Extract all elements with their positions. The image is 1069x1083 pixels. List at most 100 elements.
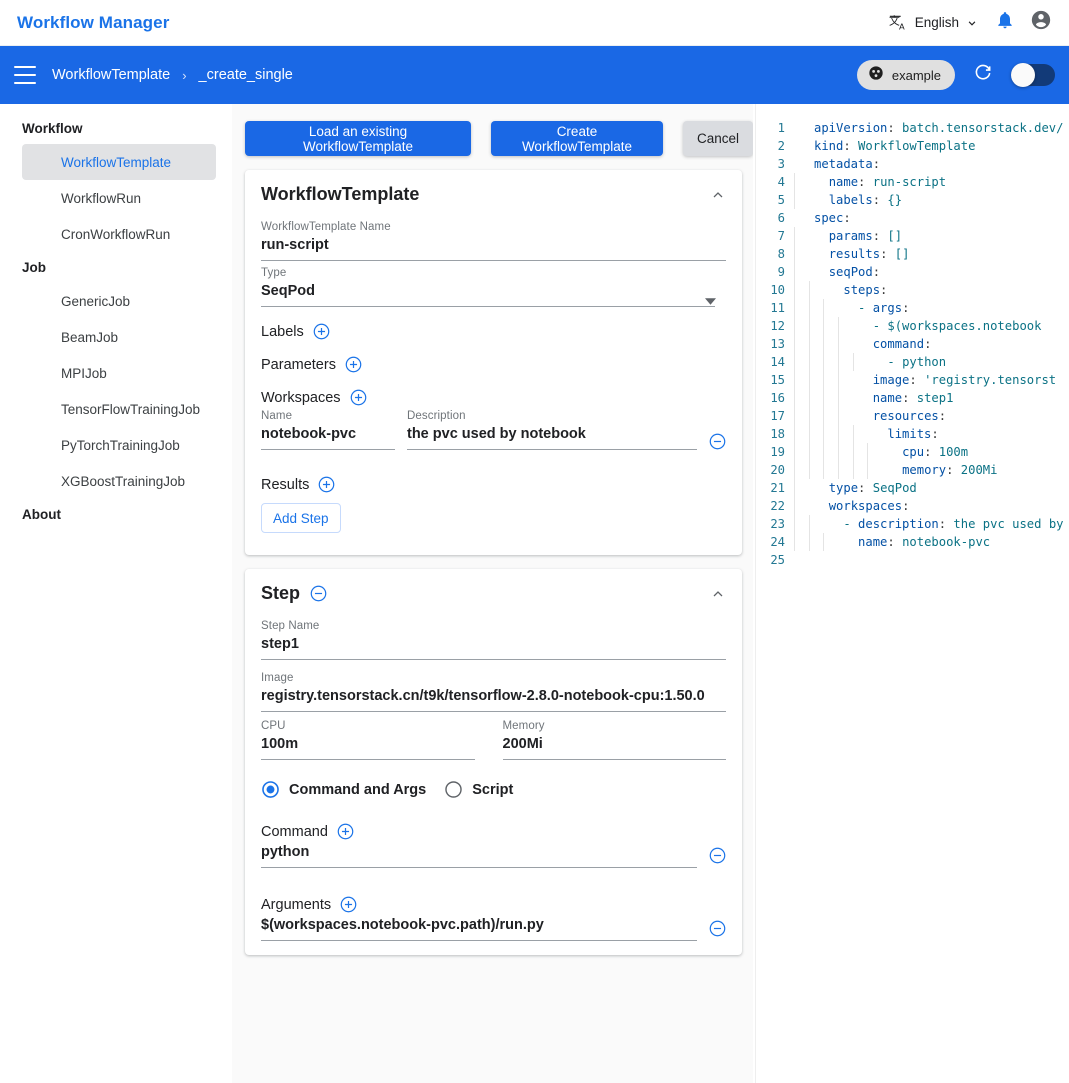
remove-circle-icon[interactable] xyxy=(709,920,726,937)
code-text[interactable]: - description: the pvc used by xyxy=(794,515,1064,533)
sidebar-item-workflowrun[interactable]: WorkflowRun xyxy=(22,180,216,216)
code-text[interactable]: kind: WorkflowTemplate xyxy=(794,137,975,155)
sidebar-item-genericjob[interactable]: GenericJob xyxy=(22,283,216,319)
add-circle-icon[interactable] xyxy=(337,823,354,840)
dropdown-caret-icon[interactable] xyxy=(705,292,716,305)
code-text[interactable]: params: [] xyxy=(794,227,902,245)
code-text[interactable] xyxy=(794,551,814,569)
code-line[interactable]: 5 labels: {} xyxy=(753,191,1069,209)
code-text[interactable]: seqPod: xyxy=(794,263,880,281)
code-line[interactable]: 1 apiVersion: batch.tensorstack.dev/ xyxy=(753,119,1069,137)
code-text[interactable]: steps: xyxy=(794,281,887,299)
sidebar-item-cronworkflowrun[interactable]: CronWorkflowRun xyxy=(22,216,216,252)
code-line[interactable]: 20 memory: 200Mi xyxy=(753,461,1069,479)
namespace-chip[interactable]: example xyxy=(856,60,955,90)
code-line[interactable]: 25 xyxy=(753,551,1069,569)
sidebar-group-about[interactable]: About xyxy=(0,499,232,530)
refresh-button[interactable] xyxy=(969,61,997,89)
code-line[interactable]: 21 type: SeqPod xyxy=(753,479,1069,497)
arguments-section: Arguments xyxy=(245,868,742,913)
chevron-up-icon[interactable] xyxy=(710,586,726,602)
code-text[interactable]: apiVersion: batch.tensorstack.dev/ xyxy=(794,119,1063,137)
load-existing-template-button[interactable]: Load an existing WorkflowTemplate xyxy=(245,121,471,156)
notifications-button[interactable] xyxy=(987,5,1023,41)
code-line[interactable]: 6 spec: xyxy=(753,209,1069,227)
code-line[interactable]: 12 - $(workspaces.notebook xyxy=(753,317,1069,335)
code-line[interactable]: 8 results: [] xyxy=(753,245,1069,263)
step-name-input[interactable]: step1 xyxy=(261,635,726,660)
code-text[interactable]: metadata: xyxy=(794,155,880,173)
code-line[interactable]: 23 - description: the pvc used by xyxy=(753,515,1069,533)
breadcrumb-parent[interactable]: WorkflowTemplate xyxy=(52,67,170,83)
account-button[interactable] xyxy=(1023,5,1059,41)
code-line[interactable]: 2 kind: WorkflowTemplate xyxy=(753,137,1069,155)
code-text[interactable]: spec: xyxy=(794,209,851,227)
yaml-editor-panel[interactable]: 1 apiVersion: batch.tensorstack.dev/2 kind… xyxy=(753,104,1069,1083)
code-text[interactable]: - $(workspaces.notebook xyxy=(794,317,1041,335)
sidebar-item-mpijob[interactable]: MPIJob xyxy=(22,355,216,391)
add-step-button[interactable]: Add Step xyxy=(261,503,341,533)
code-line[interactable]: 11 - args: xyxy=(753,299,1069,317)
radio-script[interactable]: Script xyxy=(444,780,513,799)
add-circle-icon[interactable] xyxy=(340,896,357,913)
code-text[interactable]: type: SeqPod xyxy=(794,479,917,497)
workspace-name-input[interactable]: notebook-pvc xyxy=(261,425,395,450)
create-template-button[interactable]: Create WorkflowTemplate xyxy=(490,121,663,156)
code-line[interactable]: 3 metadata: xyxy=(753,155,1069,173)
code-line[interactable]: 15 image: 'registry.tensorst xyxy=(753,371,1069,389)
radio-command-and-args[interactable]: Command and Args xyxy=(261,780,426,799)
yaml-code-lines[interactable]: 1 apiVersion: batch.tensorstack.dev/2 kind… xyxy=(753,104,1069,569)
code-line[interactable]: 13 command: xyxy=(753,335,1069,353)
code-text[interactable]: workspaces: xyxy=(794,497,909,515)
code-text[interactable]: limits: xyxy=(794,425,939,443)
code-line[interactable]: 22 workspaces: xyxy=(753,497,1069,515)
code-line[interactable]: 17 resources: xyxy=(753,407,1069,425)
remove-circle-icon[interactable] xyxy=(709,433,726,450)
code-line[interactable]: 9 seqPod: xyxy=(753,263,1069,281)
yaml-view-toggle[interactable] xyxy=(1011,63,1055,87)
hamburger-menu-icon[interactable] xyxy=(14,66,36,84)
code-line[interactable]: 18 limits: xyxy=(753,425,1069,443)
code-text[interactable]: image: 'registry.tensorst xyxy=(794,371,1056,389)
sidebar-item-beamjob[interactable]: BeamJob xyxy=(22,319,216,355)
code-text[interactable]: results: [] xyxy=(794,245,909,263)
code-text[interactable]: - args: xyxy=(794,299,909,317)
code-line[interactable]: 7 params: [] xyxy=(753,227,1069,245)
template-type-select[interactable]: SeqPod xyxy=(261,282,715,307)
arguments-input[interactable]: $(workspaces.notebook-pvc.path)/run.py xyxy=(261,916,697,941)
code-line[interactable]: 16 name: step1 xyxy=(753,389,1069,407)
code-text[interactable]: resources: xyxy=(794,407,946,425)
code-text[interactable]: - python xyxy=(794,353,946,371)
code-line[interactable]: 24 name: notebook-pvc xyxy=(753,533,1069,551)
workspace-description-input[interactable]: the pvc used by notebook xyxy=(407,425,697,450)
add-circle-icon[interactable] xyxy=(350,389,367,406)
code-line[interactable]: 10 steps: xyxy=(753,281,1069,299)
code-text[interactable]: name: notebook-pvc xyxy=(794,533,990,551)
chevron-up-icon[interactable] xyxy=(710,187,726,203)
sidebar-item-tensorflowtrainingjob[interactable]: TensorFlowTrainingJob xyxy=(22,391,216,427)
sidebar-item-xgboosttrainingjob[interactable]: XGBoostTrainingJob xyxy=(22,463,216,499)
code-text[interactable]: command: xyxy=(794,335,931,353)
code-text[interactable]: name: run-script xyxy=(794,173,946,191)
sidebar-item-workflowtemplate[interactable]: WorkflowTemplate xyxy=(22,144,216,180)
code-line[interactable]: 4 name: run-script xyxy=(753,173,1069,191)
code-line[interactable]: 14 - python xyxy=(753,353,1069,371)
code-text[interactable]: cpu: 100m xyxy=(794,443,968,461)
remove-circle-icon[interactable] xyxy=(310,585,327,602)
code-line[interactable]: 19 cpu: 100m xyxy=(753,443,1069,461)
command-input[interactable]: python xyxy=(261,843,697,868)
template-name-input[interactable]: run-script xyxy=(261,236,726,261)
add-circle-icon[interactable] xyxy=(345,356,362,373)
cpu-input[interactable]: 100m xyxy=(261,735,475,760)
add-circle-icon[interactable] xyxy=(313,323,330,340)
memory-input[interactable]: 200Mi xyxy=(502,735,726,760)
cancel-button[interactable]: Cancel xyxy=(682,121,753,156)
sidebar-item-pytorchtrainingjob[interactable]: PyTorchTrainingJob xyxy=(22,427,216,463)
code-text[interactable]: name: step1 xyxy=(794,389,953,407)
step-image-input[interactable]: registry.tensorstack.cn/t9k/tensorflow-2… xyxy=(261,687,726,712)
add-circle-icon[interactable] xyxy=(318,476,335,493)
language-selector[interactable]: 文 A English xyxy=(881,9,987,37)
code-text[interactable]: memory: 200Mi xyxy=(794,461,997,479)
code-text[interactable]: labels: {} xyxy=(794,191,902,209)
remove-circle-icon[interactable] xyxy=(709,847,726,864)
